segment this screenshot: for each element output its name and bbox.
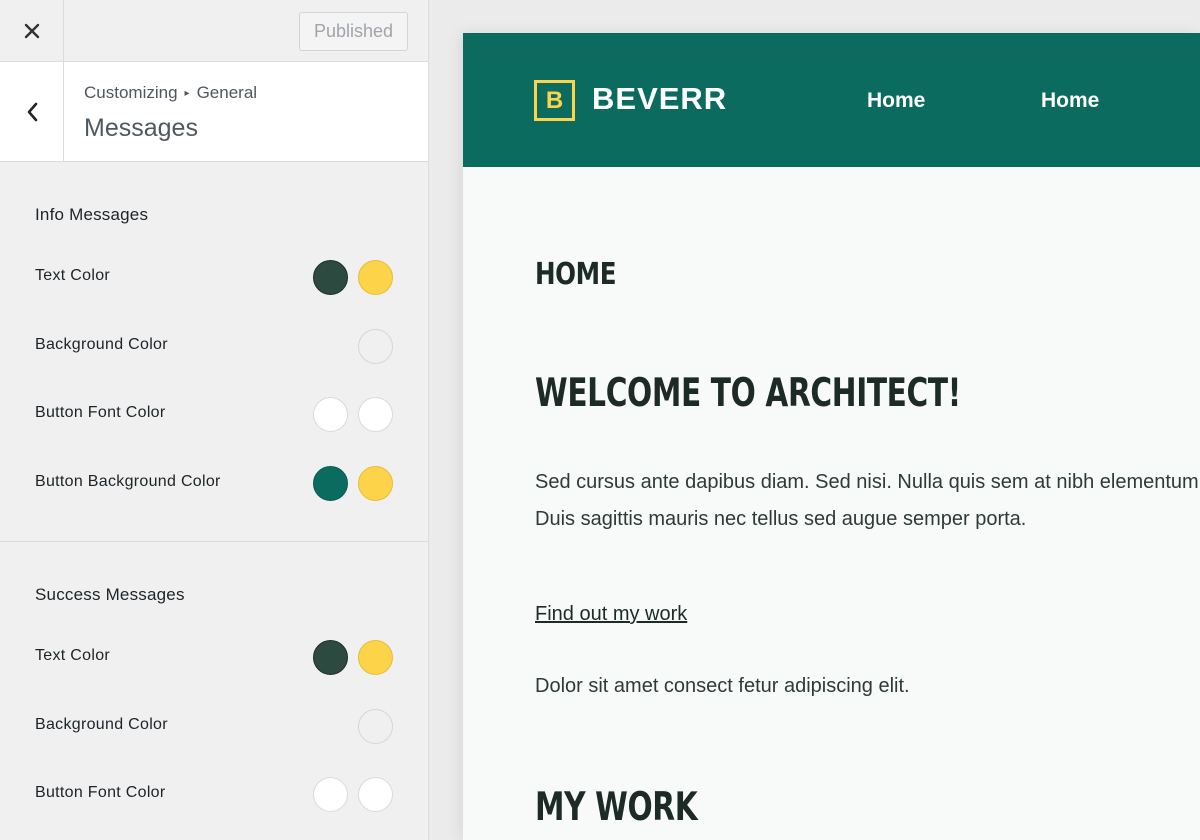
chevron-left-icon — [27, 102, 37, 121]
customizer-topbar: Published — [0, 0, 428, 62]
control-label: Background Color — [35, 336, 168, 353]
color-swatch[interactable] — [358, 709, 393, 744]
section-divider — [0, 541, 428, 542]
control-row: Background Color — [0, 327, 428, 367]
color-swatch[interactable] — [358, 260, 393, 295]
work-heading: MY WORK — [535, 785, 698, 830]
intro-paragraph-line: Sed cursus ante dapibus diam. Sed nisi. … — [535, 471, 1199, 493]
nav-link-home[interactable]: Home — [867, 89, 925, 113]
color-swatch[interactable] — [358, 466, 393, 501]
welcome-heading: WELCOME TO ARCHITECT! — [535, 371, 961, 416]
section-header: Customizing ▸ General Messages — [0, 62, 428, 162]
group-title-info: Info Messages — [35, 205, 149, 224]
site-preview: B BEVERR Home Home HOME WELCOME TO ARCHI… — [463, 33, 1200, 840]
nav-link-home-2[interactable]: Home — [1041, 89, 1099, 113]
color-swatch[interactable] — [358, 777, 393, 812]
back-button[interactable] — [0, 62, 64, 161]
section-title: Messages — [84, 114, 198, 142]
control-label: Background Color — [35, 716, 168, 733]
control-label: Text Color — [35, 647, 111, 664]
control-label: Button Font Color — [35, 404, 166, 421]
logo-letter: B — [545, 86, 564, 114]
logo-icon[interactable]: B — [534, 80, 575, 121]
close-icon — [24, 23, 39, 39]
color-swatch[interactable] — [358, 397, 393, 432]
intro-paragraph-line: Duis sagittis mauris nec tellus sed augu… — [535, 508, 1027, 530]
control-row: Button Font Color — [0, 775, 428, 815]
breadcrumb: Customizing ▸ General — [84, 83, 257, 103]
control-label: Button Font Color — [35, 784, 166, 801]
control-label: Text Color — [35, 267, 111, 284]
secondary-paragraph: Dolor sit amet consect fetur adipiscing … — [535, 675, 910, 697]
breadcrumb-separator-icon: ▸ — [184, 87, 190, 99]
color-swatch[interactable] — [313, 397, 348, 432]
color-swatch[interactable] — [358, 640, 393, 675]
color-swatch[interactable] — [313, 466, 348, 501]
color-swatch[interactable] — [313, 260, 348, 295]
find-work-link[interactable]: Find out my work — [535, 603, 687, 626]
control-row: Button Background Color — [0, 464, 428, 504]
site-header: B BEVERR Home Home — [463, 33, 1200, 167]
color-swatch[interactable] — [313, 640, 348, 675]
page-heading: HOME — [535, 257, 617, 292]
site-brand[interactable]: BEVERR — [592, 81, 727, 117]
color-swatch[interactable] — [313, 777, 348, 812]
group-title-success: Success Messages — [35, 585, 185, 604]
close-button[interactable] — [0, 0, 64, 62]
breadcrumb-child: General — [196, 83, 258, 102]
control-label: Button Background Color — [35, 473, 221, 490]
intro-paragraph: Sed cursus ante dapibus diam. Sed nisi. … — [535, 464, 1200, 538]
customizer-window: Published Customizing ▸ General Messages… — [0, 0, 1200, 840]
control-row: Text Color — [0, 638, 428, 678]
customizer-sidebar: Published Customizing ▸ General Messages… — [0, 0, 429, 840]
breadcrumb-root: Customizing — [84, 83, 178, 102]
published-button[interactable]: Published — [299, 12, 408, 51]
control-row: Background Color — [0, 707, 428, 747]
control-row: Button Font Color — [0, 395, 428, 435]
control-row: Text Color — [0, 258, 428, 298]
color-swatch[interactable] — [358, 329, 393, 364]
